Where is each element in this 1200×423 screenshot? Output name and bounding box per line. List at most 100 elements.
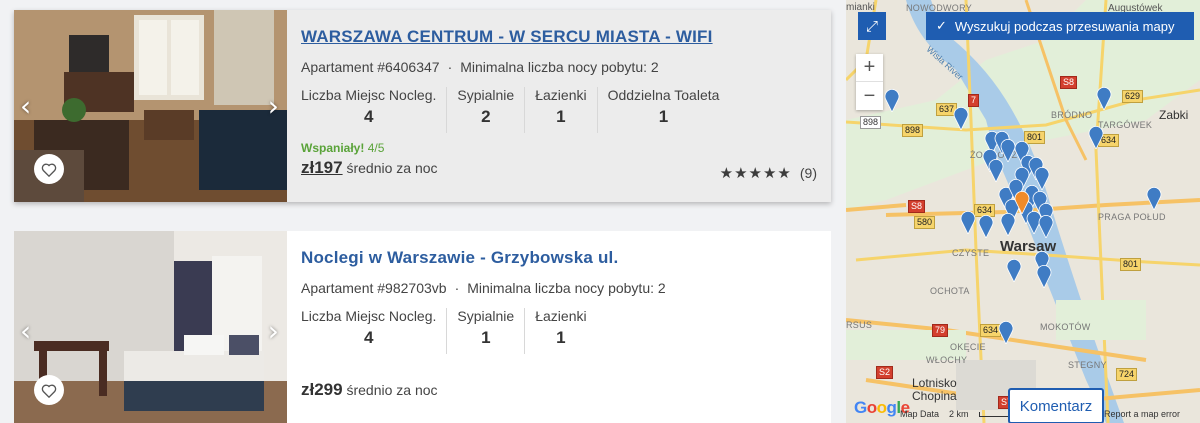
listing-subtitle: Apartament #6406347 · Minimalna liczba n… (301, 59, 817, 75)
listing-subtitle: Apartament #982703vb · Minimalna liczba … (301, 280, 817, 296)
zoom-out-button[interactable]: − (856, 82, 883, 110)
listing-photo[interactable]: ‹ › (14, 10, 287, 202)
price-suffix: średnio za noc (346, 382, 438, 398)
road-shield: S2 (876, 366, 894, 379)
stat-label: Łazienki (535, 308, 587, 324)
map-label: Zabki (1159, 108, 1189, 122)
heart-icon (41, 384, 57, 398)
scale-label: 2 km (949, 409, 969, 419)
price-amount[interactable]: zł299 (301, 380, 343, 399)
search-toggle-label: Wyszukuj podczas przesuwania mapy (954, 18, 1175, 34)
apartment-id: Apartament #982703vb (301, 280, 447, 296)
stat-label: Liczba Miejsc Nocleg. (301, 87, 437, 103)
prev-photo-button[interactable]: ‹ (20, 90, 31, 123)
map-pin[interactable] (1088, 125, 1104, 149)
map-pin[interactable] (1038, 214, 1054, 238)
next-photo-button[interactable]: › (268, 315, 279, 348)
road-shield: 7 (968, 94, 980, 107)
map-pin[interactable] (884, 88, 900, 112)
stat-value: 1 (658, 107, 669, 126)
map-label: BRÓDNO (1051, 110, 1093, 120)
price-suffix: średnio za noc (346, 160, 438, 176)
rating-label: Wspaniały! (301, 141, 365, 155)
map-panel[interactable]: mianki NOWODWORY Augustówek Zabki BRÓDNO… (846, 0, 1200, 423)
map-label: OKĘCIE (950, 342, 986, 352)
separator: · (447, 59, 453, 75)
map-label: OCHOTA (930, 286, 970, 296)
stat-bathrooms: Łazienki 1 (524, 308, 596, 354)
prev-photo-button[interactable]: ‹ (20, 315, 31, 348)
checkbox-icon: ✓ (936, 18, 947, 33)
road-shield: 79 (932, 324, 949, 337)
zoom-in-button[interactable]: + (856, 54, 883, 82)
map-pin[interactable] (960, 210, 976, 234)
listing-card[interactable]: ‹ › WARSZAWA CENTRUM - W SERCU MIASTA - … (14, 10, 831, 202)
map-pin[interactable] (953, 106, 969, 130)
road-shield: 580 (914, 216, 936, 229)
map-pin[interactable] (1006, 258, 1022, 282)
listing-results: ‹ › WARSZAWA CENTRUM - W SERCU MIASTA - … (0, 0, 846, 423)
map-pin[interactable] (1036, 264, 1052, 288)
report-map-error-link[interactable]: Report a map error (1104, 409, 1180, 419)
map-label: STEGNY (1068, 360, 1107, 370)
favorite-button[interactable] (34, 154, 64, 184)
map-pin[interactable] (1146, 186, 1162, 210)
search-while-moving-toggle[interactable]: ✓ Wyszukuj podczas przesuwania mapy (926, 12, 1194, 40)
listing-card[interactable]: ‹ › Noclegi w Warszawie - Grzybowska ul.… (14, 231, 831, 423)
map-label: WŁOCHY (926, 355, 968, 365)
apartment-id: Apartament #6406347 (301, 59, 440, 75)
listing-photo[interactable]: ‹ › (14, 231, 287, 423)
rating-text: Wspaniały! 4/5 (301, 141, 817, 155)
map-footer: Map Data 2 km (900, 409, 1019, 419)
star-rating: ★★★★★ (719, 165, 792, 182)
stat-value: 1 (556, 107, 566, 126)
stat-sleeps: Liczba Miejsc Nocleg. 4 (301, 308, 446, 354)
listing-title-link[interactable]: WARSZAWA CENTRUM - W SERCU MIASTA - WIFI (301, 27, 817, 47)
listing-info: WARSZAWA CENTRUM - W SERCU MIASTA - WIFI… (287, 10, 831, 202)
min-nights: Minimalna liczba nocy pobytu: 2 (467, 280, 666, 296)
road-shield: 724 (1116, 368, 1138, 381)
listing-info: Noclegi w Warszawie - Grzybowska ul. Apa… (287, 231, 831, 423)
map-pin[interactable] (1000, 212, 1016, 236)
separator: · (454, 280, 460, 296)
feedback-button[interactable]: Komentarz (1008, 388, 1104, 423)
map-label: Chopina (912, 389, 957, 403)
favorite-button[interactable] (34, 375, 64, 405)
map-pin[interactable] (978, 214, 994, 238)
map-pin-active[interactable] (1014, 190, 1030, 214)
stat-label: Sypialnie (457, 308, 515, 324)
road-shield: 801 (1120, 258, 1142, 271)
map-data-link[interactable]: Map Data (900, 409, 939, 419)
stat-bathrooms: Łazienki 1 (524, 87, 596, 133)
map-pin[interactable] (988, 158, 1004, 182)
next-photo-button[interactable]: › (268, 90, 279, 123)
map-pin[interactable] (1096, 86, 1112, 110)
stat-bedrooms: Sypialnie 2 (446, 87, 524, 133)
zoom-controls: + − (856, 54, 883, 110)
road-shield: S8 (908, 200, 926, 213)
stat-value: 2 (481, 107, 491, 126)
road-shield: 629 (1122, 90, 1144, 103)
stat-value: 1 (556, 328, 566, 347)
stat-bedrooms: Sypialnie 1 (446, 308, 524, 354)
listing-stats: Liczba Miejsc Nocleg. 4 Sypialnie 1 Łazi… (301, 308, 817, 354)
map-label: MOKOTÓW (1040, 322, 1091, 332)
stat-label: Oddzielna Toaleta (607, 87, 720, 103)
expand-icon: ⤢ (865, 17, 878, 35)
stat-label: Liczba Miejsc Nocleg. (301, 308, 437, 324)
expand-map-button[interactable]: ⤢ (858, 12, 886, 40)
road-shield: 898 (860, 116, 882, 129)
review-stars[interactable]: ★★★★★ (9) (720, 164, 817, 182)
map-label: RSUS (846, 320, 873, 330)
page: ‹ › WARSZAWA CENTRUM - W SERCU MIASTA - … (0, 0, 1200, 423)
map-label: TARGÓWEK (1098, 120, 1153, 130)
price-amount[interactable]: zł197 (301, 158, 343, 177)
stat-label: Sypialnie (457, 87, 515, 103)
map-label: CZYSTE (952, 248, 990, 258)
stat-value: 1 (481, 328, 491, 347)
heart-icon (41, 163, 57, 177)
map-pin[interactable] (998, 320, 1014, 344)
review-count: (9) (799, 165, 817, 181)
listing-title-link[interactable]: Noclegi w Warszawie - Grzybowska ul. (301, 248, 817, 268)
road-shield: 898 (902, 124, 924, 137)
